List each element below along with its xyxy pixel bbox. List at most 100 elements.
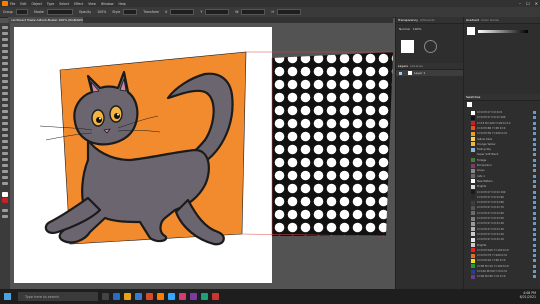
swatch-row[interactable]: C=0 M=0 Y=0 K=30	[467, 227, 538, 232]
indesign-taskbar-icon[interactable]	[179, 293, 186, 300]
tab-artboards[interactable]: Artboards	[420, 18, 435, 22]
store-icon[interactable]	[135, 293, 142, 300]
swatch-row[interactable]: C=0 M=0 Y=0 K=100	[467, 190, 538, 195]
swatch-color-chip[interactable]	[471, 110, 475, 115]
swatch-color-chip[interactable]	[471, 168, 475, 173]
tab-gradient[interactable]: Gradient	[466, 18, 479, 22]
media-app-icon[interactable]	[190, 293, 197, 300]
swatch-row[interactable]: C=0 M=0 Y=0 K=0	[467, 110, 538, 115]
swatch-color-chip[interactable]	[471, 258, 475, 263]
swatch-row[interactable]: C=0 M=100 Y=100 K=0	[467, 248, 538, 253]
swatch-row[interactable]: Fading Sky	[467, 147, 538, 152]
layer-name[interactable]: Layer 1	[414, 71, 425, 75]
swatch-color-chip[interactable]	[471, 179, 475, 184]
swatch-row[interactable]: Brights	[467, 184, 538, 189]
layer-row[interactable]: Layer 1	[396, 70, 464, 76]
chrome-icon[interactable]	[146, 293, 153, 300]
swatch-row[interactable]: C=0 M=0 Y=0 K=70	[467, 205, 538, 210]
swatch-color-chip[interactable]	[471, 221, 475, 226]
swatch-row[interactable]: C=100 M=90 Y=0 K=0	[467, 269, 538, 274]
swatch-name: Orange Yellow	[477, 142, 496, 146]
swatch-color-chip[interactable]	[471, 243, 475, 247]
windows-start-icon[interactable]	[4, 293, 11, 300]
visibility-eye-icon[interactable]	[399, 71, 402, 75]
swatch-color-chip[interactable]	[471, 253, 475, 258]
swatch-row[interactable]: C=85 M=10 Y=100 K=0	[467, 264, 538, 269]
edge-icon[interactable]	[113, 293, 120, 300]
taskbar-search-box[interactable]: Type here to search	[18, 292, 98, 301]
swatch-color-chip[interactable]	[471, 232, 475, 237]
tab-libraries[interactable]: Libraries	[410, 64, 423, 68]
swatch-color-chip[interactable]	[471, 264, 475, 269]
swatch-color-chip[interactable]	[471, 126, 475, 131]
swatch-row[interactable]: New Pattern	[467, 179, 538, 184]
swatch-row[interactable]: C=0 M=0 Y=0 K=20	[467, 232, 538, 237]
illustrator-taskbar-icon[interactable]	[157, 293, 164, 300]
swatch-color-chip[interactable]	[471, 184, 475, 189]
swatch-row[interactable]: C=0 M=0 Y=0 K=60	[467, 211, 538, 216]
swatch-color-chip[interactable]	[471, 205, 475, 210]
fill-stroke-indicator[interactable]	[467, 102, 472, 107]
swatch-color-chip[interactable]	[471, 142, 475, 147]
swatch-color-chip[interactable]	[471, 227, 475, 232]
swatch-color-chip[interactable]	[471, 131, 475, 136]
transparency-opacity-value[interactable]: 100%	[413, 27, 422, 31]
swatch-row[interactable]: Brights	[467, 243, 538, 248]
spotify-icon[interactable]	[201, 293, 208, 300]
task-view-icon[interactable]	[102, 293, 109, 300]
swatch-color-chip[interactable]	[471, 147, 475, 152]
swatch-color-chip[interactable]	[471, 274, 475, 279]
swatch-color-chip[interactable]	[471, 211, 475, 216]
creative-cloud-icon[interactable]	[212, 293, 219, 300]
mask-icon[interactable]	[424, 40, 437, 53]
swatch-name: C=0 M=0 Y=0 K=20	[477, 232, 504, 236]
swatch-row[interactable]: C=0 M=50 Y=100 K=0	[467, 131, 538, 136]
swatch-color-chip[interactable]	[471, 200, 475, 205]
swatch-color-chip[interactable]	[471, 237, 475, 242]
gradient-swatch[interactable]	[467, 27, 475, 35]
swatch-row[interactable]: C=0 M=0 Y=0 K=100	[467, 115, 538, 120]
blend-mode-value[interactable]: Normal	[399, 27, 410, 31]
swatch-row[interactable]: C=0 M=0 Y=0 K=40	[467, 221, 538, 226]
swatch-color-chip[interactable]	[471, 115, 475, 120]
swatch-row[interactable]: Foliage	[467, 158, 538, 163]
swatch-type-icon	[533, 132, 536, 136]
swatch-color-chip[interactable]	[471, 248, 475, 253]
polka-dot-pattern[interactable]	[272, 52, 393, 236]
tab-transparency[interactable]: Transparency	[398, 18, 418, 22]
swatch-row[interactable]: C=0 M=0 Y=0 K=50	[467, 216, 538, 221]
swatch-color-chip[interactable]	[471, 174, 475, 179]
swatch-row[interactable]: cats 1	[467, 174, 538, 179]
tab-color-guide[interactable]: Color Guide	[481, 18, 499, 22]
swatch-row[interactable]: Yellow Glow	[467, 137, 538, 142]
swatch-row[interactable]: C=0 M=10 Y=95 K=0	[467, 258, 538, 263]
swatch-color-chip[interactable]	[471, 163, 475, 168]
system-tray-clock[interactable]: 4:08 PM 6/21/2021	[520, 291, 536, 299]
swatch-color-chip[interactable]	[471, 158, 475, 163]
transparency-controls: Normal 100%	[399, 27, 421, 31]
swatch-row[interactable]: Orange Yellow	[467, 142, 538, 147]
swatch-row[interactable]: C=0 M=0 Y=0 K=10	[467, 237, 538, 242]
swatch-row[interactable]: C=15 M=100 Y=90 K=10	[467, 121, 538, 126]
swatch-row[interactable]: C=0 M=0 Y=0 K=90	[467, 195, 538, 200]
swatch-color-chip[interactable]	[471, 195, 475, 200]
swatch-color-chip[interactable]	[471, 121, 475, 126]
swatch-row[interactable]: Pompadour	[467, 163, 538, 168]
gradient-slider[interactable]	[478, 30, 528, 33]
photoshop-taskbar-icon[interactable]	[168, 293, 175, 300]
swatch-row[interactable]: C=0 M=0 Y=0 K=80	[467, 200, 538, 205]
swatch-row[interactable]: Super Soft Black	[467, 152, 538, 157]
swatch-name: C=0 M=80 Y=95 K=0	[477, 126, 506, 130]
tab-layers[interactable]: Layers	[398, 64, 408, 68]
swatch-color-chip[interactable]	[471, 269, 475, 274]
swatch-color-chip[interactable]	[471, 152, 475, 157]
file-explorer-icon[interactable]	[124, 293, 131, 300]
swatch-type-icon	[533, 232, 536, 236]
swatch-row[interactable]: C=60 M=90 Y=0 K=0	[467, 274, 538, 279]
swatch-row[interactable]: Grays	[467, 168, 538, 173]
swatch-color-chip[interactable]	[471, 137, 475, 141]
swatch-color-chip[interactable]	[471, 216, 475, 221]
swatch-row[interactable]: C=0 M=75 Y=100 K=0	[467, 253, 538, 258]
swatch-row[interactable]: C=0 M=80 Y=95 K=0	[467, 126, 538, 131]
swatch-color-chip[interactable]	[471, 190, 475, 194]
